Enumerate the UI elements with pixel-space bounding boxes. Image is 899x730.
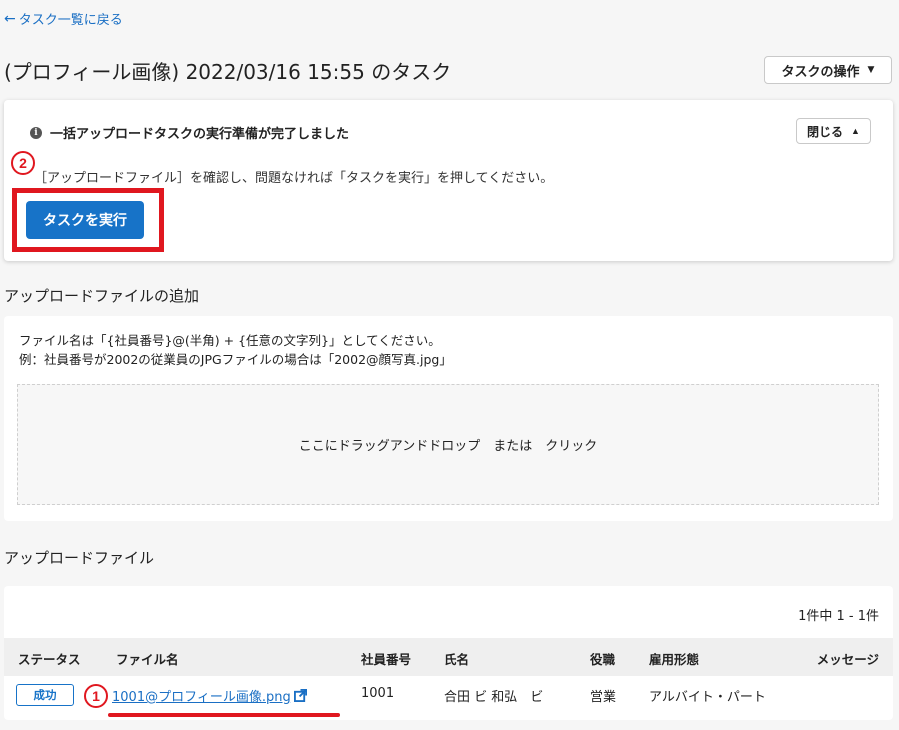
name-cell: 合田 ビ 和弘 ビ (444, 690, 544, 705)
column-name: 氏名 (444, 652, 470, 667)
employment-cell: アルバイト・パート (649, 690, 766, 705)
file-name-text: 1001@プロフィール画像.png (112, 690, 291, 705)
external-link-icon (293, 689, 307, 702)
upload-card: ファイル名は「{社員番号}@(半角) + {任意の文字列}」としてください。 例… (4, 316, 893, 521)
notice-heading-text: 一括アップロードタスクの実行準備が完了しました (50, 127, 350, 142)
caret-down-icon: ▼ (867, 65, 875, 75)
close-notice-label: 閉じる (807, 124, 844, 139)
column-message: メッセージ (816, 652, 879, 667)
caret-up-icon: ▲ (851, 126, 860, 136)
column-file-name: ファイル名 (116, 652, 179, 667)
file-dropzone[interactable]: ここにドラッグアンドドロップ または クリック (17, 384, 879, 505)
annotation-marker-2: 2 (11, 151, 35, 175)
annotation-underline (108, 713, 340, 717)
add-upload-section-title: アップロードファイルの追加 (4, 287, 200, 305)
notice-body-text: ［アップロードファイル］を確認し、問題なければ「タスクを実行」を押してください。 (34, 171, 554, 186)
back-link-label: タスク一覧に戻る (18, 13, 123, 28)
upload-hint-line-1: ファイル名は「{社員番号}@(半角) + {任意の文字列}」としてください。 (19, 333, 441, 348)
employee-no-cell: 1001 (361, 686, 395, 701)
table-header: ステータス ファイル名 社員番号 氏名 役職 雇用形態 メッセージ (4, 638, 893, 676)
annotation-marker-1: 1 (84, 684, 108, 708)
notice-heading: i 一括アップロードタスクの実行準備が完了しました (30, 123, 349, 142)
back-to-task-list-link[interactable]: ← タスク一覧に戻る (4, 9, 123, 29)
upload-hint: ファイル名は「{社員番号}@(半角) + {任意の文字列}」としてください。 例… (19, 331, 452, 369)
run-task-button[interactable]: タスクを実行 (26, 201, 144, 239)
arrow-left-icon: ← (4, 10, 16, 27)
upload-hint-line-2: 例：社員番号が2002の従業員のJPGファイルの場合は「2002@顔写真.jpg… (19, 352, 452, 367)
file-name-link[interactable]: 1001@プロフィール画像.png (112, 686, 307, 705)
table-row: 成功 1 1001@プロフィール画像.png 1001 合田 ビ 和弘 ビ 営業… (4, 676, 893, 714)
column-status: ステータス (18, 652, 81, 667)
page-title: (プロフィール画像) 2022/03/16 15:55 のタスク (4, 60, 452, 84)
ready-notice-panel: i 一括アップロードタスクの実行準備が完了しました 閉じる ▲ ［アップロードフ… (4, 100, 893, 261)
column-position: 役職 (590, 652, 616, 667)
task-operations-button[interactable]: タスクの操作 ▼ (764, 56, 892, 84)
info-icon: i (30, 126, 42, 139)
task-operations-label: タスクの操作 (781, 64, 860, 80)
position-cell: 営業 (590, 690, 617, 705)
column-employee-no: 社員番号 (361, 652, 412, 667)
uploaded-files-card: 1件中 1 - 1件 ステータス ファイル名 社員番号 氏名 役職 雇用形態 メ… (4, 586, 893, 720)
close-notice-button[interactable]: 閉じる ▲ (796, 118, 871, 144)
uploaded-files-section-title: アップロードファイル (4, 549, 155, 567)
column-employment: 雇用形態 (649, 652, 700, 667)
status-badge: 成功 (16, 684, 74, 706)
result-count: 1件中 1 - 1件 (798, 609, 879, 624)
